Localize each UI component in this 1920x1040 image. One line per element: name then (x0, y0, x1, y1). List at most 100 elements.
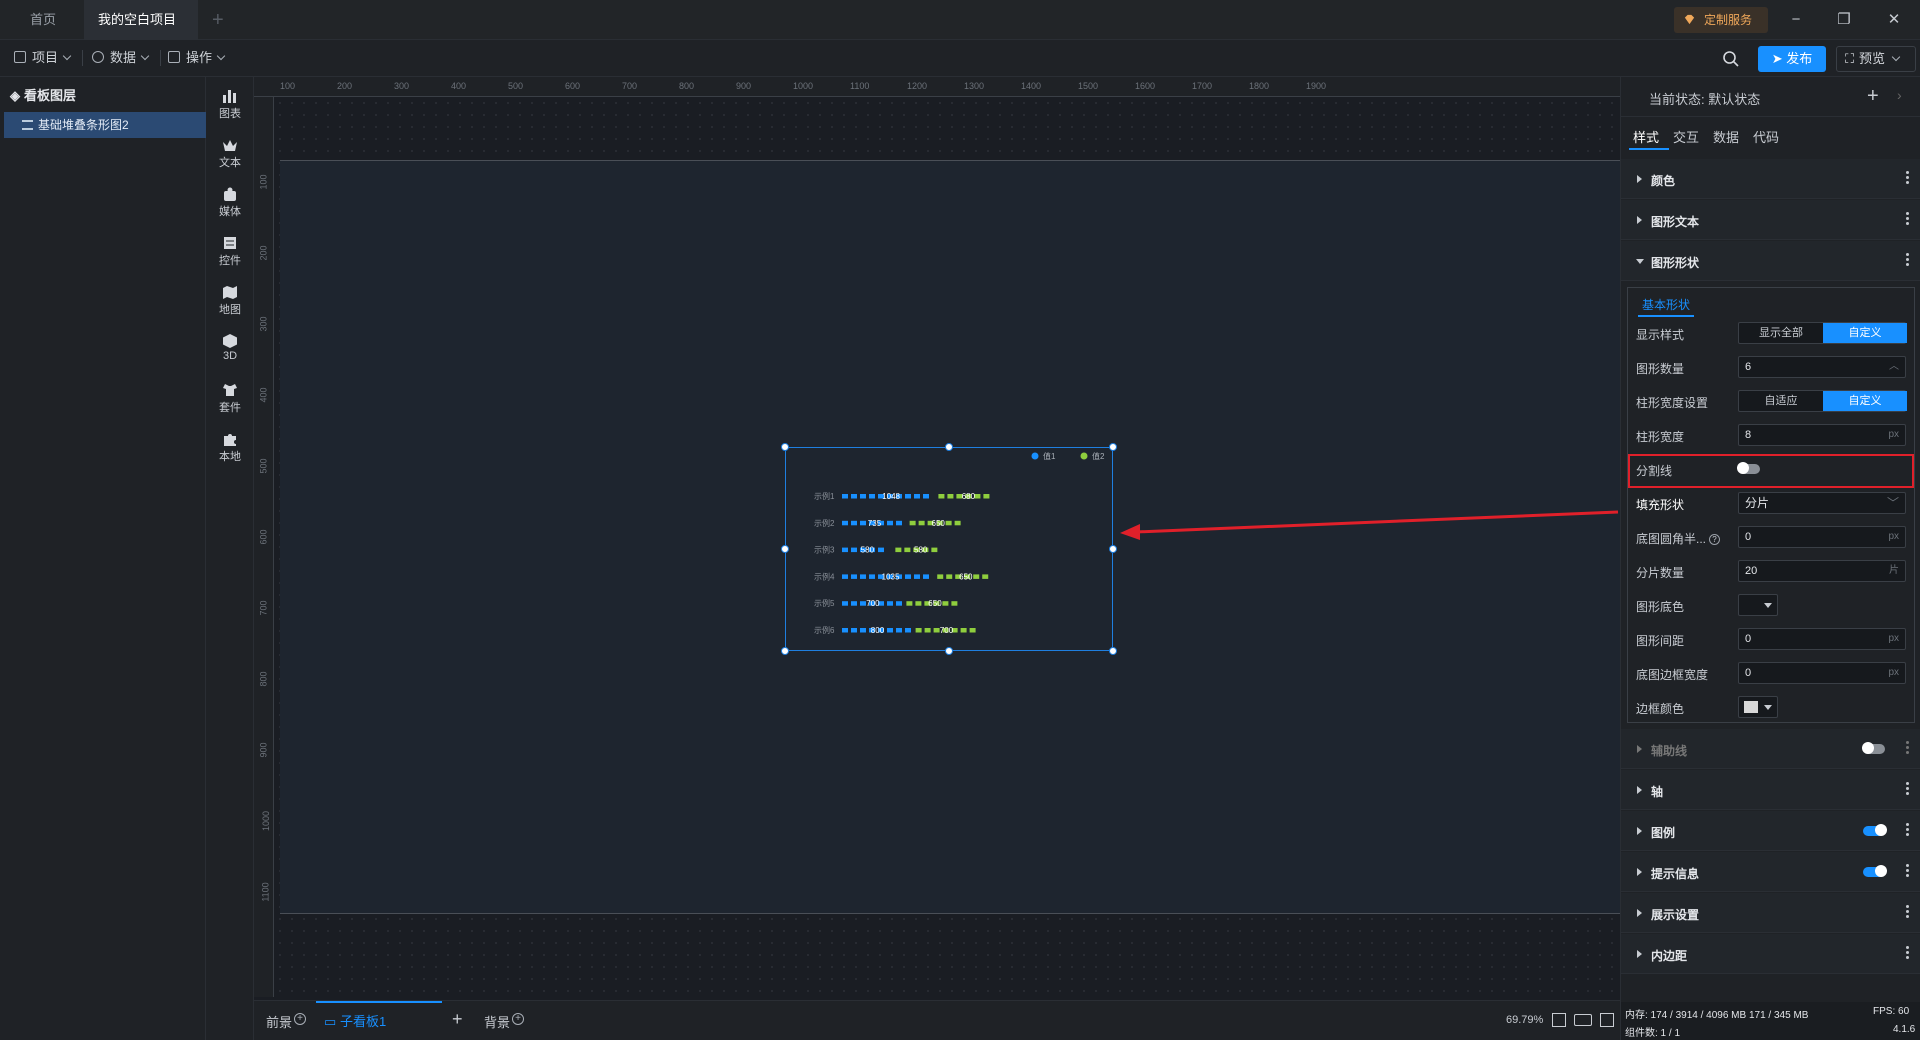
rail-item-suite[interactable]: 套件 (206, 383, 254, 415)
add-state-button[interactable]: + (1867, 85, 1879, 108)
border-width-input[interactable]: 0 px (1738, 662, 1906, 684)
tab-interaction[interactable]: 交互 (1673, 127, 1699, 146)
current-state[interactable]: 当前状态: 默认状态 (1649, 89, 1760, 108)
toggle-knob (1875, 865, 1887, 877)
front-layer-tab[interactable]: 前景 + (266, 1012, 307, 1031)
section-graphic-text[interactable]: 图形文本 (1621, 200, 1920, 240)
sub-board-tab[interactable]: ▭ 子看板1 (316, 1001, 442, 1040)
section-padding[interactable]: 内边距 (1621, 934, 1920, 974)
menu-operation[interactable]: 操作 (168, 48, 226, 68)
ruler-left[interactable]: 100 200 300 400 500 600 700 800 900 1000 1100 (254, 97, 274, 997)
resize-handle[interactable] (1109, 443, 1117, 451)
add-tab-button[interactable]: + (212, 8, 224, 32)
unit-label: px (1888, 429, 1899, 440)
shape-count-input[interactable]: 6 ︿ (1738, 356, 1906, 378)
base-color-picker[interactable] (1738, 594, 1778, 616)
option-custom[interactable]: 自定义 (1823, 323, 1907, 343)
more-icon[interactable] (1906, 905, 1909, 919)
close-button[interactable]: ✕ (1884, 10, 1904, 30)
rail-item-text[interactable]: 文本 (206, 138, 254, 170)
subtab-underline (1638, 315, 1694, 317)
radius-label: 底图圆角半... (1636, 532, 1707, 546)
more-icon[interactable] (1906, 253, 1909, 267)
more-icon[interactable] (1906, 171, 1909, 185)
rail-label: 文本 (219, 157, 241, 169)
legend-marker (1080, 452, 1088, 460)
menu-project[interactable]: 项目 (14, 48, 72, 68)
help-icon[interactable]: ? (1709, 534, 1721, 545)
section-axis[interactable]: 轴 (1621, 770, 1920, 810)
more-icon[interactable] (1906, 823, 1909, 837)
preview-button[interactable]: ⛶ 预览 (1836, 46, 1916, 72)
resize-handle[interactable] (781, 647, 789, 655)
tab-data[interactable]: 数据 (1713, 127, 1739, 146)
fit-icon[interactable] (1552, 1013, 1566, 1027)
subtab-basic-shape[interactable]: 基本形状 (1642, 296, 1690, 313)
section-tooltip[interactable]: 提示信息 (1621, 852, 1920, 892)
section-legend[interactable]: 图例 (1621, 811, 1920, 851)
add-board-button[interactable]: + (452, 1009, 463, 1030)
ruler-top[interactable]: 100 200 300 400 500 600 700 800 900 1000 1100 1200 1… (254, 77, 1620, 97)
zoom-level[interactable]: 69.79% (1506, 1014, 1543, 1026)
bar-segment (942, 601, 949, 606)
rail-item-control[interactable]: 控件 (206, 236, 254, 268)
unit-label: px (1888, 633, 1899, 644)
more-icon[interactable] (1906, 946, 1909, 960)
stepper-up-icon[interactable]: ︿ (1889, 357, 1899, 377)
custom-service-button[interactable]: 定制服务 (1674, 7, 1768, 33)
legend-toggle[interactable] (1863, 824, 1887, 836)
add-icon[interactable]: + (294, 1013, 307, 1025)
tab-style[interactable]: 样式 (1633, 127, 1659, 146)
more-icon[interactable] (1906, 741, 1909, 755)
border-color-picker[interactable] (1738, 696, 1778, 718)
option-auto[interactable]: 自适应 (1739, 391, 1823, 411)
bar-width-input[interactable]: 8 px (1738, 424, 1906, 446)
background-layer-tab[interactable]: 背景 + (484, 1012, 525, 1031)
resize-handle[interactable] (781, 443, 789, 451)
guide-toggle[interactable] (1862, 742, 1885, 754)
tooltip-toggle[interactable] (1863, 865, 1887, 877)
tab-home[interactable]: 首页 (16, 0, 70, 40)
add-icon[interactable]: + (512, 1013, 525, 1025)
shape-gap-input[interactable]: 0 px (1738, 628, 1906, 650)
slice-count-input[interactable]: 20 片 (1738, 560, 1906, 582)
keyboard-icon[interactable] (1574, 1014, 1592, 1026)
bar-segment (960, 628, 967, 633)
option-custom[interactable]: 自定义 (1823, 391, 1907, 411)
tab-code[interactable]: 代码 (1753, 127, 1779, 146)
publish-button[interactable]: ➤ 发布 (1758, 46, 1826, 72)
rail-item-media[interactable]: 媒体 (206, 187, 254, 219)
rail-label: 3D (222, 350, 238, 362)
base-radius-input[interactable]: 0 px (1738, 526, 1906, 548)
more-icon[interactable] (1906, 864, 1909, 878)
resize-handle[interactable] (781, 545, 789, 553)
row-shape-gap: 图形间距 0 px (1628, 625, 1916, 653)
more-icon[interactable] (1906, 212, 1909, 226)
resize-handle[interactable] (1109, 647, 1117, 655)
rail-item-local[interactable]: 本地 (206, 432, 254, 464)
rail-item-3d[interactable]: 3D (206, 334, 254, 362)
layer-item[interactable]: 基础堆叠条形图2 (4, 112, 206, 138)
search-icon[interactable] (1722, 50, 1740, 68)
rail-item-chart[interactable]: 图表 (206, 89, 254, 121)
fill-shape-select[interactable]: 分片 ﹀ (1738, 492, 1906, 514)
section-display-settings[interactable]: 展示设置 (1621, 893, 1920, 933)
restore-button[interactable]: ❐ (1834, 10, 1854, 30)
option-show-all[interactable]: 显示全部 (1739, 323, 1823, 343)
section-guide-line[interactable]: 辅助线 (1621, 729, 1920, 769)
more-icon[interactable] (1906, 782, 1909, 796)
chevron-right-icon[interactable]: › (1897, 87, 1902, 103)
section-graphic-shape[interactable]: 图形形状 (1621, 241, 1920, 281)
minimize-button[interactable]: − (1786, 10, 1806, 30)
resize-handle[interactable] (945, 647, 953, 655)
tab-project[interactable]: 我的空白项目 (84, 0, 198, 65)
resize-handle[interactable] (945, 443, 953, 451)
section-color[interactable]: 颜色 (1621, 159, 1920, 199)
chart-widget[interactable]: 值1 值2 示例1 1048 680 示例2 735 650 示例3 580 580 示例4 1035 6… (781, 443, 1117, 655)
data-label: 1035 (882, 572, 900, 581)
terminal-icon[interactable] (1600, 1013, 1614, 1027)
menu-data[interactable]: 数据 (92, 48, 150, 68)
rail-item-map[interactable]: 地图 (206, 285, 254, 317)
ruler-tick-label: 1600 (1135, 81, 1156, 91)
bar-segment (896, 520, 902, 526)
